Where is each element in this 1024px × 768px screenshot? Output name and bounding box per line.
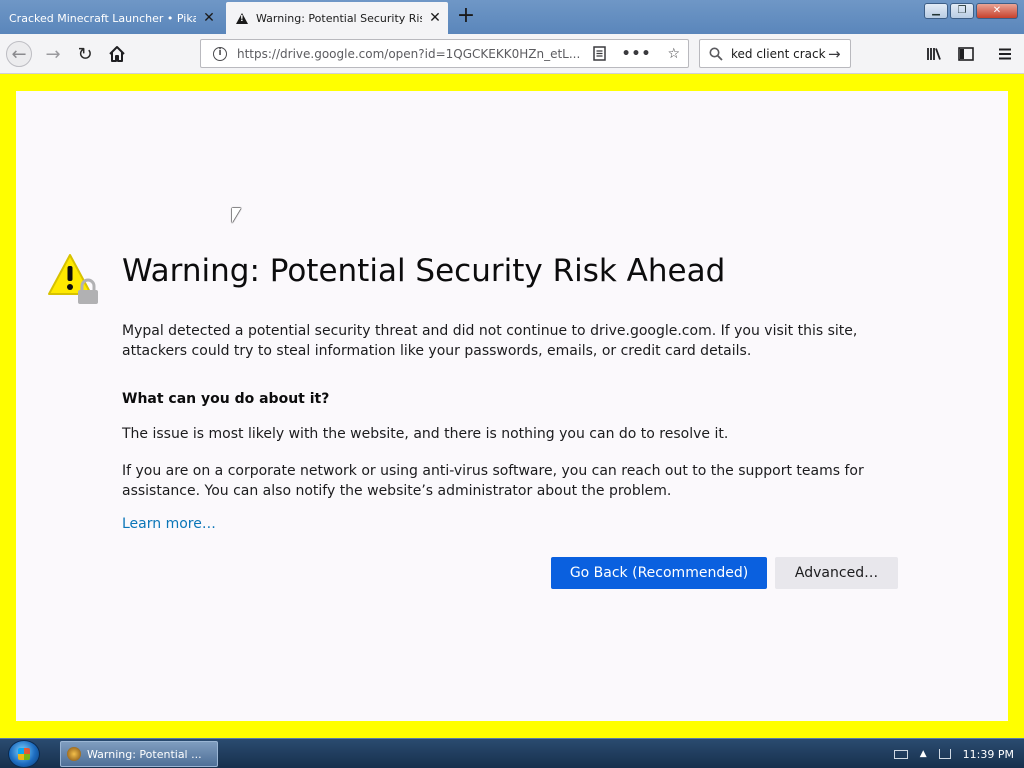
address-bar[interactable]: i https://drive.google.com/open?id=1QGCK…	[200, 39, 689, 68]
security-warning-icon	[48, 254, 98, 304]
close-icon[interactable]: ✕	[196, 10, 222, 26]
close-icon[interactable]: ✕	[422, 10, 448, 26]
navigation-toolbar: ← → ↻ i https://drive.google.com/open?id…	[0, 34, 1024, 74]
reload-icon: ↻	[77, 43, 93, 65]
menu-button[interactable]	[992, 41, 1018, 67]
reload-button[interactable]: ↻	[72, 41, 98, 67]
sidebar-button[interactable]	[953, 41, 979, 67]
tab-label: Warning: Potential Security Risk Ahead	[256, 11, 422, 25]
plus-icon: +	[456, 3, 476, 28]
new-tab-button[interactable]: +	[454, 3, 478, 29]
browser-app-icon	[67, 747, 81, 761]
library-button[interactable]	[921, 41, 947, 67]
info-icon[interactable]: i	[213, 46, 227, 61]
tab-label: Cracked Minecraft Launcher • Pikade	[9, 11, 196, 25]
search-bar[interactable]: ked client crack →	[699, 39, 851, 68]
reader-view-icon[interactable]	[592, 46, 606, 61]
back-button[interactable]: ←	[6, 41, 32, 67]
start-button[interactable]	[8, 740, 40, 768]
search-icon	[709, 47, 723, 61]
learn-more-link[interactable]: Learn more…	[122, 516, 216, 532]
page-title: Warning: Potential Security Risk Ahead	[122, 253, 726, 289]
close-window-button[interactable]: ✕	[976, 3, 1018, 19]
taskbar-item-browser[interactable]: Warning: Potential ...	[60, 741, 218, 767]
system-tray: ▲ 11:39 PM	[893, 739, 1014, 768]
network-icon[interactable]	[938, 749, 951, 759]
url-actions: ••• ☆	[583, 46, 688, 62]
close-icon: ✕	[992, 5, 1002, 16]
restore-button[interactable]: ❐	[950, 3, 974, 19]
what-can-you-do-heading: What can you do about it?	[122, 391, 330, 407]
error-page: Warning: Potential Security Risk Ahead M…	[16, 91, 1008, 721]
sidebar-icon	[958, 47, 974, 61]
threat-description: Mypal detected a potential security thre…	[122, 323, 858, 359]
tab-security-warning[interactable]: Warning: Potential Security Risk Ahead ✕	[226, 2, 448, 34]
tab-cracked-minecraft-launcher[interactable]: Cracked Minecraft Launcher • Pikade ✕	[0, 2, 222, 34]
search-input[interactable]: ked client crack	[731, 47, 828, 61]
forward-arrow-icon: →	[45, 43, 61, 65]
warning-icon	[236, 12, 248, 24]
keyboard-icon[interactable]	[893, 749, 908, 759]
issue-explanation: The issue is most likely with the websit…	[122, 426, 729, 442]
library-icon	[927, 48, 941, 60]
search-go-arrow-icon[interactable]: →	[828, 45, 850, 63]
page-actions-icon[interactable]: •••	[622, 46, 652, 62]
home-button[interactable]	[104, 41, 130, 67]
taskbar: Warning: Potential ... ▲ 11:39 PM	[0, 738, 1024, 768]
back-arrow-icon: ←	[11, 43, 27, 65]
minimize-button[interactable]: ▁	[924, 3, 948, 19]
home-icon	[109, 46, 125, 62]
hamburger-menu-icon	[999, 48, 1011, 60]
minimize-icon: ▁	[932, 5, 940, 16]
advanced-button[interactable]: Advanced…	[775, 557, 898, 589]
support-advice: If you are on a corporate network or usi…	[122, 463, 864, 499]
go-back-button[interactable]: Go Back (Recommended)	[551, 557, 767, 589]
taskbar-item-label: Warning: Potential ...	[87, 747, 202, 761]
window-controls: ▁ ❐ ✕	[924, 3, 1018, 19]
url-text[interactable]: https://drive.google.com/open?id=1QGCKEK…	[237, 47, 583, 61]
clock[interactable]: 11:39 PM	[963, 748, 1014, 761]
forward-button[interactable]: →	[40, 41, 66, 67]
bookmark-star-icon[interactable]: ☆	[667, 46, 680, 62]
mouse-cursor-icon	[232, 208, 241, 223]
show-hidden-icons-icon[interactable]: ▲	[920, 749, 927, 759]
restore-icon: ❐	[957, 5, 967, 16]
title-bar: Cracked Minecraft Launcher • Pikade ✕ Wa…	[0, 0, 1024, 34]
